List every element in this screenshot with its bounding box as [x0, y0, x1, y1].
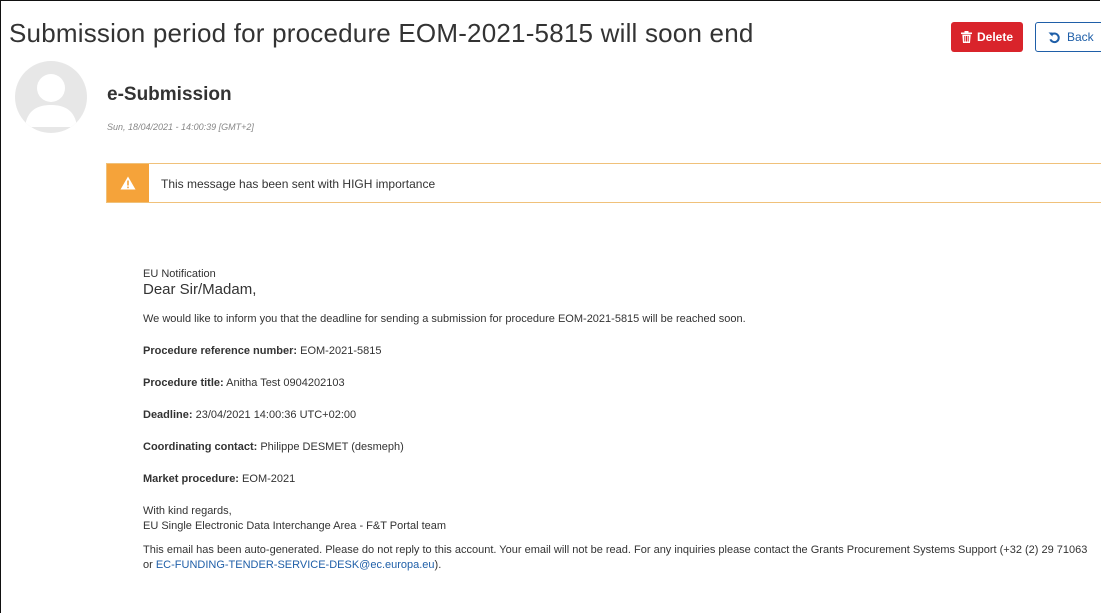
field-value: EOM-2021	[242, 473, 296, 485]
field-value: Anitha Test 0904202103	[226, 377, 345, 389]
field-procedure-title: Procedure title: Anitha Test 0904202103	[143, 376, 1093, 391]
back-button-label: Back	[1067, 30, 1094, 44]
field-label: Procedure reference number:	[143, 345, 298, 357]
field-reference-number: Procedure reference number: EOM-2021-581…	[143, 344, 1093, 359]
delete-button-label: Delete	[976, 30, 1014, 44]
message-date: Sun, 18/04/2021 - 14:00:39 [GMT+2]	[107, 122, 254, 132]
intro-paragraph: We would like to inform you that the dea…	[143, 313, 746, 325]
support-email-link[interactable]: EC-FUNDING-TENDER-SERVICE-DESK@ec.europa…	[156, 559, 435, 571]
field-value: Philippe DESMET (desmeph)	[260, 441, 404, 453]
back-button[interactable]: Back	[1035, 22, 1101, 52]
message-title: Submission period for procedure EOM-2021…	[9, 18, 754, 48]
greeting: Dear Sir/Madam,	[143, 281, 257, 298]
field-value: 23/04/2021 14:00:36 UTC+02:00	[195, 409, 357, 421]
team-signature: EU Single Electronic Data Interchange Ar…	[143, 520, 447, 532]
field-market-procedure: Market procedure: EOM-2021	[143, 472, 1093, 487]
field-label: Procedure title:	[143, 377, 224, 389]
field-coordinating-contact: Coordinating contact: Philippe DESMET (d…	[143, 440, 1093, 455]
field-deadline: Deadline: 23/04/2021 14:00:36 UTC+02:00	[143, 408, 1093, 423]
message-body: EU Notification Dear Sir/Madam, We would…	[143, 268, 1093, 590]
alert-text: This message has been sent with HIGH imp…	[161, 177, 436, 191]
trash-icon	[960, 31, 972, 43]
delete-button[interactable]: Delete	[951, 22, 1023, 52]
field-label: Market procedure:	[143, 473, 239, 485]
sender-avatar	[15, 61, 87, 133]
field-value: EOM-2021-5815	[300, 345, 382, 357]
footer-disclaimer: This email has been auto-generated. Plea…	[143, 543, 1093, 573]
field-label: Coordinating contact:	[143, 441, 258, 453]
field-label: Deadline:	[143, 409, 193, 421]
warning-icon	[120, 176, 136, 190]
importance-alert: This message has been sent with HIGH imp…	[106, 163, 1101, 203]
sender-name: e-Submission	[107, 84, 232, 105]
notification-label: EU Notification	[143, 268, 216, 280]
user-silhouette-icon	[25, 74, 77, 127]
alert-icon-box	[107, 164, 149, 202]
footer-end: ).	[434, 559, 442, 571]
regards-line: With kind regards,	[143, 505, 232, 517]
undo-arrow-icon	[1048, 32, 1060, 43]
